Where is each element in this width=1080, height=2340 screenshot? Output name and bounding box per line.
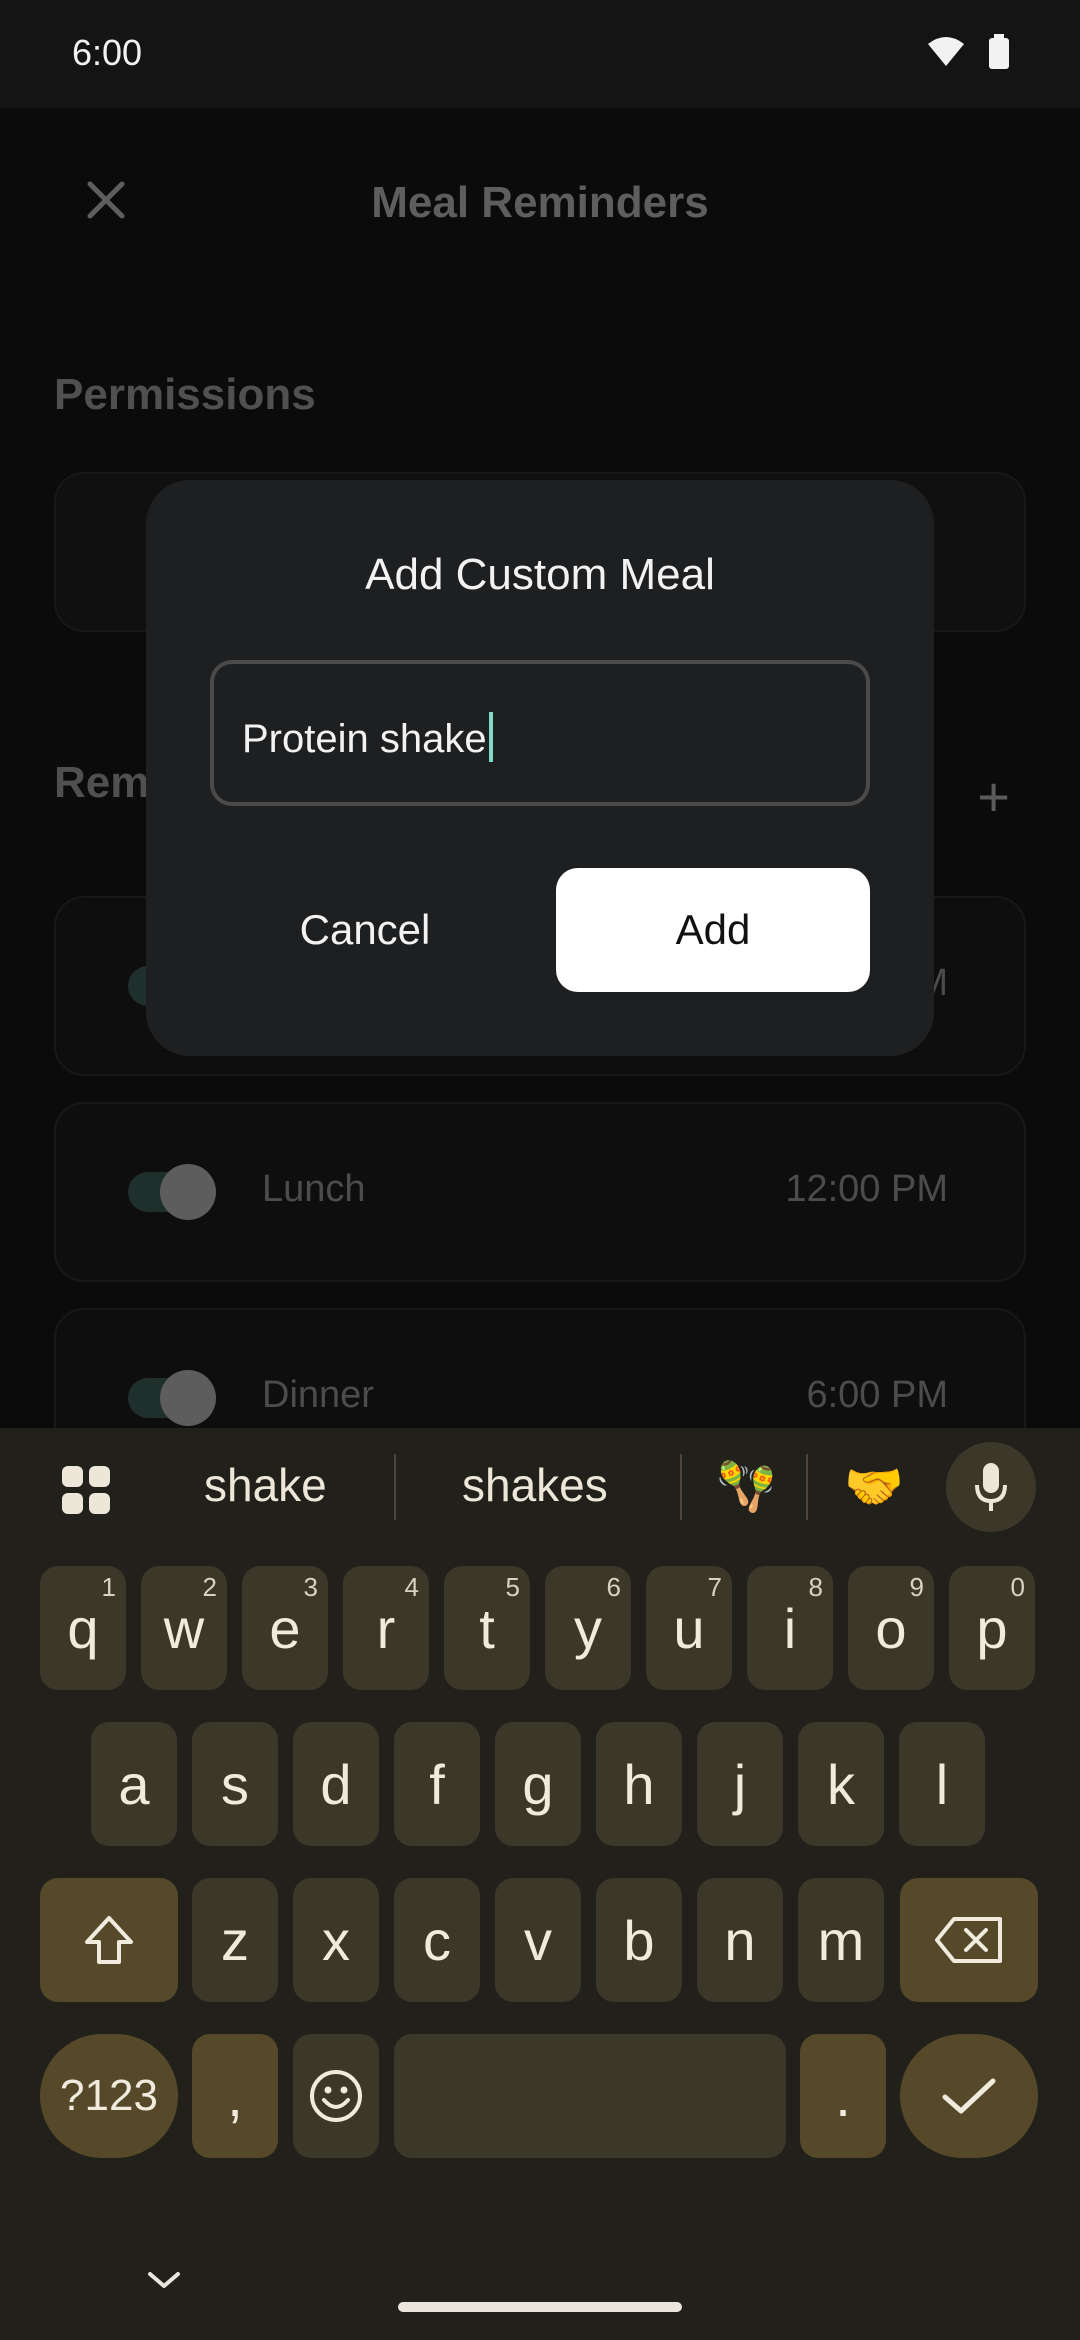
suggestion-bar: shake shakes 🪇 🤝 (0, 1428, 1080, 1548)
enter-key[interactable] (900, 2034, 1038, 2158)
key-w[interactable]: w2 (141, 1566, 227, 1690)
suggestion[interactable]: shakes (462, 1458, 608, 1512)
key-e[interactable]: e3 (242, 1566, 328, 1690)
key-v[interactable]: v (495, 1878, 581, 2002)
key-k[interactable]: k (798, 1722, 884, 1846)
wifi-icon (928, 37, 964, 66)
chevron-down-icon[interactable] (144, 2268, 184, 2292)
comma-key[interactable]: , (192, 2034, 278, 2158)
dialog-title: Add Custom Meal (365, 550, 715, 599)
key-z[interactable]: z (192, 1878, 278, 2002)
key-m[interactable]: m (798, 1878, 884, 2002)
key-a[interactable]: a (91, 1722, 177, 1846)
key-g[interactable]: g (495, 1722, 581, 1846)
status-bar: 6:00 (0, 0, 1080, 108)
key-i[interactable]: i8 (747, 1566, 833, 1690)
home-indicator[interactable] (398, 2302, 682, 2312)
key-n[interactable]: n (697, 1878, 783, 2002)
shift-key[interactable] (40, 1878, 178, 2002)
add-reminder-button[interactable]: + (977, 764, 1010, 829)
key-s[interactable]: s (192, 1722, 278, 1846)
divider (806, 1454, 808, 1520)
key-c[interactable]: c (394, 1878, 480, 2002)
reminder-toggle[interactable] (128, 1370, 216, 1426)
status-time: 6:00 (72, 32, 143, 73)
shift-icon (85, 1916, 133, 1964)
meal-name-value: Protein shake (242, 712, 493, 762)
reminder-row-lunch[interactable]: Lunch 12:00 PM (54, 1102, 1026, 1282)
apps-grid-icon[interactable] (60, 1464, 112, 1516)
key-x[interactable]: x (293, 1878, 379, 2002)
reminder-label: Dinner (262, 1374, 374, 1416)
backspace-icon (935, 1917, 1002, 1963)
divider (394, 1454, 396, 1520)
key-q[interactable]: q1 (40, 1566, 126, 1690)
emoji-key[interactable] (293, 2034, 379, 2158)
add-custom-meal-dialog: Add Custom Meal Protein shake Cancel Add (146, 480, 934, 1056)
reminder-time: 12:00 PM (785, 1168, 948, 1210)
toggle-knob (160, 1164, 216, 1220)
backspace-key[interactable] (900, 1878, 1038, 2002)
voice-input-button[interactable] (946, 1442, 1036, 1532)
add-button[interactable]: Add (556, 868, 870, 992)
reminder-toggle[interactable] (128, 1164, 216, 1220)
key-o[interactable]: o9 (848, 1566, 934, 1690)
emoji-suggestion[interactable]: 🪇 (716, 1458, 776, 1515)
section-title-reminders: Rem (54, 758, 150, 807)
status-icons (926, 34, 1010, 70)
key-r[interactable]: r4 (343, 1566, 429, 1690)
divider (680, 1454, 682, 1520)
key-y[interactable]: y6 (545, 1566, 631, 1690)
toggle-knob (160, 1370, 216, 1426)
key-t[interactable]: t5 (444, 1566, 530, 1690)
key-p[interactable]: p0 (949, 1566, 1035, 1690)
space-key[interactable] (394, 2034, 786, 2158)
key-d[interactable]: d (293, 1722, 379, 1846)
text-caret (488, 712, 493, 762)
symbols-key[interactable]: ?123 (40, 2034, 178, 2158)
battery-icon (989, 34, 1009, 69)
key-j[interactable]: j (697, 1722, 783, 1846)
key-h[interactable]: h (596, 1722, 682, 1846)
microphone-icon (975, 1463, 1007, 1511)
key-f[interactable]: f (394, 1722, 480, 1846)
reminder-time: 6:00 PM (806, 1374, 948, 1416)
key-l[interactable]: l (899, 1722, 985, 1846)
section-title-permissions: Permissions (54, 370, 316, 419)
cancel-button[interactable]: Cancel (210, 868, 520, 992)
keyboard: shake shakes 🪇 🤝 q1 w2 e3 r4 t5 y6 u7 i8… (0, 1428, 1080, 2340)
emoji-icon (310, 2070, 362, 2122)
meal-name-input[interactable]: Protein shake (210, 660, 870, 806)
page-title: Meal Reminders (371, 178, 709, 227)
key-u[interactable]: u7 (646, 1566, 732, 1690)
key-b[interactable]: b (596, 1878, 682, 2002)
suggestion[interactable]: shake (204, 1458, 327, 1512)
emoji-suggestion[interactable]: 🤝 (844, 1458, 904, 1515)
period-key[interactable]: . (800, 2034, 886, 2158)
reminder-label: Lunch (262, 1168, 366, 1210)
checkmark-icon (942, 2078, 996, 2114)
